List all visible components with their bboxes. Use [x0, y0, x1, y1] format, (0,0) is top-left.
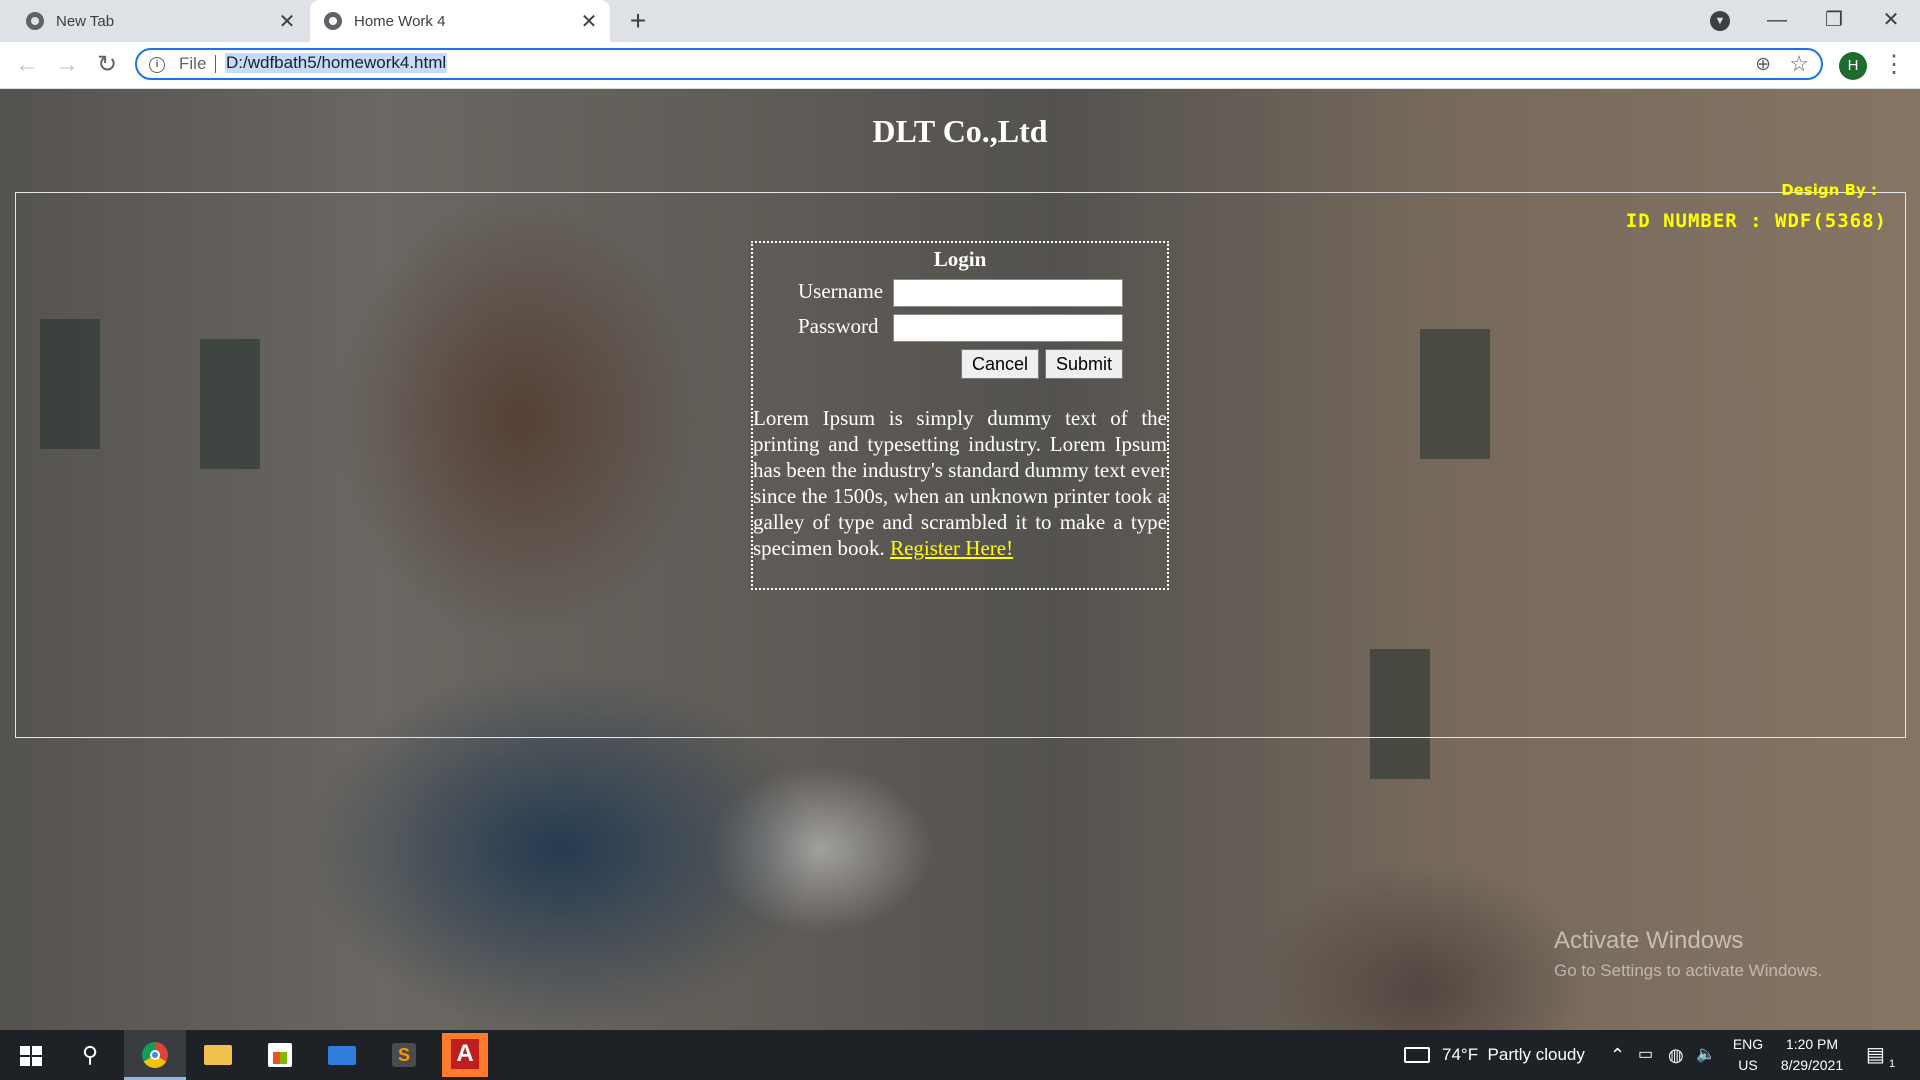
- store-icon: [268, 1043, 292, 1067]
- username-input[interactable]: [893, 279, 1123, 307]
- url-text[interactable]: D:/wdfbath5/homework4.html: [225, 53, 448, 73]
- cancel-button[interactable]: Cancel: [961, 349, 1039, 379]
- info-icon[interactable]: i: [149, 57, 165, 73]
- password-label: Password: [798, 314, 879, 338]
- activate-windows-subtitle: Go to Settings to activate Windows.: [1554, 961, 1823, 980]
- search-button[interactable]: ⚲: [62, 1030, 124, 1080]
- start-button[interactable]: [0, 1030, 62, 1080]
- taskbar-store[interactable]: [248, 1030, 310, 1080]
- tab-search-icon[interactable]: ▼: [1710, 11, 1730, 31]
- tab-home-work-4[interactable]: Home Work 4 ✕: [310, 0, 610, 42]
- globe-favicon-icon: [324, 12, 342, 30]
- taskbar-mail[interactable]: [310, 1030, 372, 1080]
- forward-icon[interactable]: →: [52, 50, 82, 80]
- reload-icon[interactable]: ↻: [92, 50, 122, 80]
- access-icon: [442, 1033, 488, 1077]
- sublime-text-icon: S: [392, 1043, 416, 1067]
- input-region[interactable]: US: [1728, 1057, 1768, 1073]
- tab-title: New Tab: [56, 12, 115, 30]
- show-hidden-icons-icon[interactable]: ⌃: [1610, 1030, 1625, 1080]
- browser-toolbar: ← → ↻ i File D:/wdfbath5/homework4.html …: [0, 42, 1920, 89]
- windows-taskbar: ⚲ S 74°F Partly cloudy ⌃ ▭ ◍ 🔈 ENG US 1:…: [0, 1030, 1920, 1080]
- notification-icon[interactable]: ▤: [1866, 1030, 1885, 1080]
- close-icon[interactable]: ✕: [274, 9, 300, 34]
- mail-icon: [328, 1046, 356, 1065]
- login-heading: Login: [933, 247, 987, 271]
- new-tab-button[interactable]: +: [622, 4, 654, 38]
- network-icon[interactable]: ◍: [1668, 1030, 1684, 1080]
- restore-icon[interactable]: ❐: [1804, 0, 1864, 40]
- login-form: Login Username Password Cancel Submit Lo…: [751, 241, 1169, 590]
- url-scheme-label: File: [179, 54, 207, 73]
- bookmark-star-icon[interactable]: ☆: [1789, 51, 1809, 77]
- battery-icon[interactable]: ▭: [1638, 1030, 1653, 1080]
- intro-paragraph: Lorem Ipsum is simply dummy text of the …: [753, 405, 1167, 561]
- back-icon[interactable]: ←: [12, 50, 42, 80]
- profile-avatar[interactable]: H: [1839, 52, 1867, 80]
- volume-icon[interactable]: 🔈: [1696, 1030, 1716, 1080]
- taskbar-sublime-text[interactable]: S: [372, 1030, 434, 1080]
- taskbar-access[interactable]: [434, 1030, 496, 1080]
- minimize-icon[interactable]: —: [1747, 0, 1807, 40]
- zoom-icon[interactable]: ⊕: [1755, 53, 1771, 76]
- username-label: Username: [798, 279, 884, 303]
- password-input[interactable]: [893, 314, 1123, 342]
- page-title: DLT Co.,Ltd: [872, 113, 1048, 149]
- browser-tab-strip: New Tab ✕ Home Work 4 ✕ + ▼ — ❐ ✕: [0, 0, 1920, 42]
- weather-icon: [1404, 1047, 1430, 1063]
- windows-logo-icon: [20, 1046, 42, 1066]
- register-link[interactable]: Register Here!: [890, 536, 1013, 560]
- folder-icon: [204, 1045, 232, 1065]
- activate-windows-title: Activate Windows: [1554, 927, 1744, 954]
- search-icon: ⚲: [82, 1042, 99, 1067]
- design-by-legend: Design By :: [1781, 181, 1877, 199]
- weather-widget[interactable]: 74°F Partly cloudy: [1442, 1030, 1585, 1080]
- tab-new-tab[interactable]: New Tab ✕: [12, 0, 308, 42]
- taskbar-chrome[interactable]: [124, 1030, 186, 1080]
- chrome-favicon-icon: [26, 12, 44, 30]
- close-icon[interactable]: ✕: [576, 9, 602, 34]
- divider: [215, 55, 216, 73]
- window-close-icon[interactable]: ✕: [1861, 0, 1920, 40]
- address-bar[interactable]: i File D:/wdfbath5/homework4.html ⊕ ☆: [135, 48, 1823, 80]
- id-number-label: ID NUMBER : WDF(5368): [1625, 210, 1887, 232]
- input-language[interactable]: ENG: [1728, 1036, 1768, 1052]
- notification-count: 1: [1888, 1058, 1896, 1070]
- page-background: DLT Co.,Ltd Design By : ID NUMBER : WDF(…: [0, 89, 1920, 1030]
- tab-title: Home Work 4: [354, 12, 446, 30]
- submit-button[interactable]: Submit: [1045, 349, 1123, 379]
- taskbar-file-explorer[interactable]: [186, 1030, 248, 1080]
- clock-time[interactable]: 1:20 PM: [1768, 1036, 1856, 1052]
- chrome-icon: [142, 1042, 168, 1068]
- clock-date[interactable]: 8/29/2021: [1768, 1057, 1856, 1073]
- more-menu-icon[interactable]: ⋮: [1882, 50, 1906, 80]
